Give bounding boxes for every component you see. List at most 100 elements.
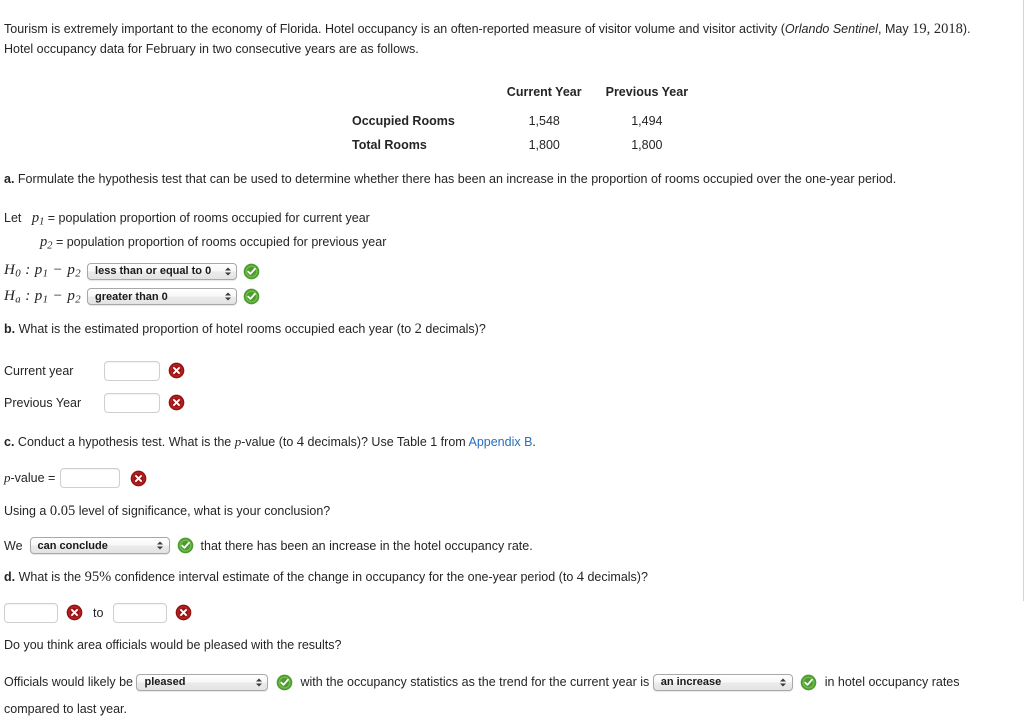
incorrect-x-icon — [168, 394, 185, 411]
conclusion-select-value: can conclude — [37, 539, 108, 552]
part-d-text-mid: confidence interval estimate of the chan… — [111, 570, 577, 585]
row-label-total-rooms: Total Rooms — [352, 137, 427, 152]
pvalue-row: p-value = — [4, 468, 1011, 489]
current-year-row: Current year — [4, 355, 1011, 387]
stepper-arrows-icon — [157, 539, 164, 552]
part-b-text-post: decimals)? — [421, 321, 486, 336]
to-word: to — [93, 605, 104, 620]
stepper-arrows-icon — [780, 676, 787, 689]
part-c-text-post: decimals)? Use Table 1 from — [304, 434, 469, 449]
worksheet-page: Tourism is extremely important to the ec… — [0, 0, 1023, 724]
significance-text-post: level of significance, what is your conc… — [75, 504, 331, 519]
part-c-text-mid: -value (to — [241, 434, 297, 449]
appendix-b-link[interactable]: Appendix B — [468, 435, 532, 449]
confidence-level: 95% — [84, 569, 112, 586]
part-c-label: c. — [4, 434, 15, 449]
part-c-text-end: . — [532, 434, 536, 449]
alternative-hypothesis-select[interactable]: greater than 0 — [87, 288, 238, 306]
occupancy-data-table: Current Year Previous Year Occupied Room… — [352, 80, 700, 157]
part-d-decimals: 4 — [576, 569, 584, 586]
let-word: Let — [4, 210, 22, 225]
conclusion-select[interactable]: can conclude — [29, 537, 170, 555]
part-b-label: b. — [4, 321, 16, 336]
column-header-previous-year: Previous Year — [605, 84, 689, 99]
correct-check-icon — [177, 537, 194, 554]
confidence-interval-row: to — [4, 602, 1011, 623]
definition-p1-row: Let p1 = population proportion of rooms … — [4, 207, 1011, 231]
significance-question: Using a 0.05 level of significance, what… — [4, 500, 1011, 523]
definition-p2-text: = population proportion of rooms occupie… — [55, 234, 387, 249]
symbol-p1: p1 — [31, 209, 45, 228]
part-d-text-pre: What is the — [18, 570, 85, 585]
part-a-text: Formulate the hypothesis test that can b… — [17, 171, 897, 186]
part-c-decimals: 4 — [296, 433, 305, 450]
officials-statement-row: Officials would likely be pleased with t… — [4, 669, 1011, 724]
intro-text-1: Tourism is extremely important to the ec… — [4, 22, 785, 36]
stepper-arrows-icon — [224, 265, 231, 278]
correct-check-icon — [276, 674, 293, 691]
part-d-label: d. — [4, 570, 16, 585]
alternative-hypothesis-row: Ha : p1 − p2 greater than 0 — [4, 288, 1011, 306]
intro-text-2: , May — [878, 22, 913, 36]
pvalue-input[interactable] — [60, 468, 121, 489]
significance-level: 0.05 — [49, 503, 76, 520]
we-word: We — [4, 538, 23, 553]
significance-text-pre: Using a — [4, 504, 50, 519]
incorrect-x-icon — [66, 604, 83, 621]
conclusion-tail-text: that there has been an increase in the h… — [200, 538, 533, 553]
stepper-arrows-icon — [224, 290, 231, 303]
incorrect-x-icon — [130, 470, 147, 487]
officials-sentiment-select[interactable]: pleased — [136, 673, 269, 691]
part-c-question: c. Conduct a hypothesis test. What is th… — [4, 431, 1011, 454]
cell-occupied-previous: 1,494 — [631, 113, 663, 128]
correct-check-icon — [243, 263, 260, 280]
officials-sentiment-value: pleased — [144, 676, 186, 689]
incorrect-x-icon — [168, 362, 185, 379]
part-b-question: b. What is the estimated proportion of h… — [4, 318, 1011, 341]
variable-definitions: Let p1 = population proportion of rooms … — [4, 207, 1011, 255]
pvalue-label: p-value = — [4, 470, 56, 486]
pleased-question: Do you think area officials would be ple… — [4, 637, 342, 652]
table-row: Occupied Rooms 1,548 1,494 — [352, 109, 700, 133]
column-header-current-year: Current Year — [506, 84, 582, 99]
part-a-label: a. — [4, 171, 15, 186]
row-label-occupied-rooms: Occupied Rooms — [352, 113, 455, 128]
definition-p1-text: = population proportion of rooms occupie… — [47, 210, 370, 225]
officials-text-mid: with the occupancy statistics as the tre… — [300, 674, 650, 689]
cell-occupied-current: 1,548 — [528, 113, 560, 128]
part-b-answer-fields: Current year Previous Year — [4, 355, 1011, 419]
part-b-text-pre: What is the estimated proportion of hote… — [18, 321, 415, 336]
table-header-row: Current Year Previous Year — [352, 80, 700, 109]
source-publication: Orlando Sentinel — [784, 22, 879, 36]
trend-select[interactable]: an increase — [652, 673, 793, 691]
previous-year-row: Previous Year — [4, 387, 1011, 419]
officials-text-pre: Officials would likely be — [4, 674, 133, 689]
alternative-hypothesis-label: Ha : p1 − p2 — [4, 288, 82, 306]
previous-year-label: Previous Year — [4, 395, 82, 410]
incorrect-x-icon — [175, 604, 192, 621]
part-a-question: a. Formulate the hypothesis test that ca… — [4, 169, 1011, 189]
intro-paragraph: Tourism is extremely important to the ec… — [4, 18, 994, 60]
stepper-arrows-icon — [255, 676, 262, 689]
cell-total-current: 1,800 — [528, 137, 560, 152]
symbol-p2: p2 — [40, 233, 53, 252]
ci-upper-input[interactable] — [113, 602, 168, 623]
null-hypothesis-row: H0 : p1 − p2 less than or equal to 0 — [4, 262, 1011, 280]
current-year-label: Current year — [4, 363, 74, 378]
conclusion-row: We can conclude that there has been an i… — [4, 537, 1011, 555]
part-d-text-post: decimals)? — [584, 570, 648, 585]
null-hypothesis-select-value: less than or equal to 0 — [95, 265, 212, 278]
table-corner-cell — [352, 80, 495, 109]
correct-check-icon — [243, 288, 260, 305]
trend-select-value: an increase — [660, 676, 722, 689]
part-b-decimals: 2 — [414, 320, 422, 337]
current-year-input[interactable] — [104, 360, 160, 381]
ci-lower-input[interactable] — [4, 602, 58, 623]
definition-p2-row: p2 = population proportion of rooms occu… — [40, 231, 1011, 255]
correct-check-icon — [800, 674, 817, 691]
null-hypothesis-select[interactable]: less than or equal to 0 — [87, 262, 238, 280]
table-row: Total Rooms 1,800 1,800 — [352, 133, 700, 157]
part-c-text-pre: Conduct a hypothesis test. What is the — [17, 434, 235, 449]
cell-total-previous: 1,800 — [631, 137, 663, 152]
previous-year-input[interactable] — [104, 392, 160, 413]
